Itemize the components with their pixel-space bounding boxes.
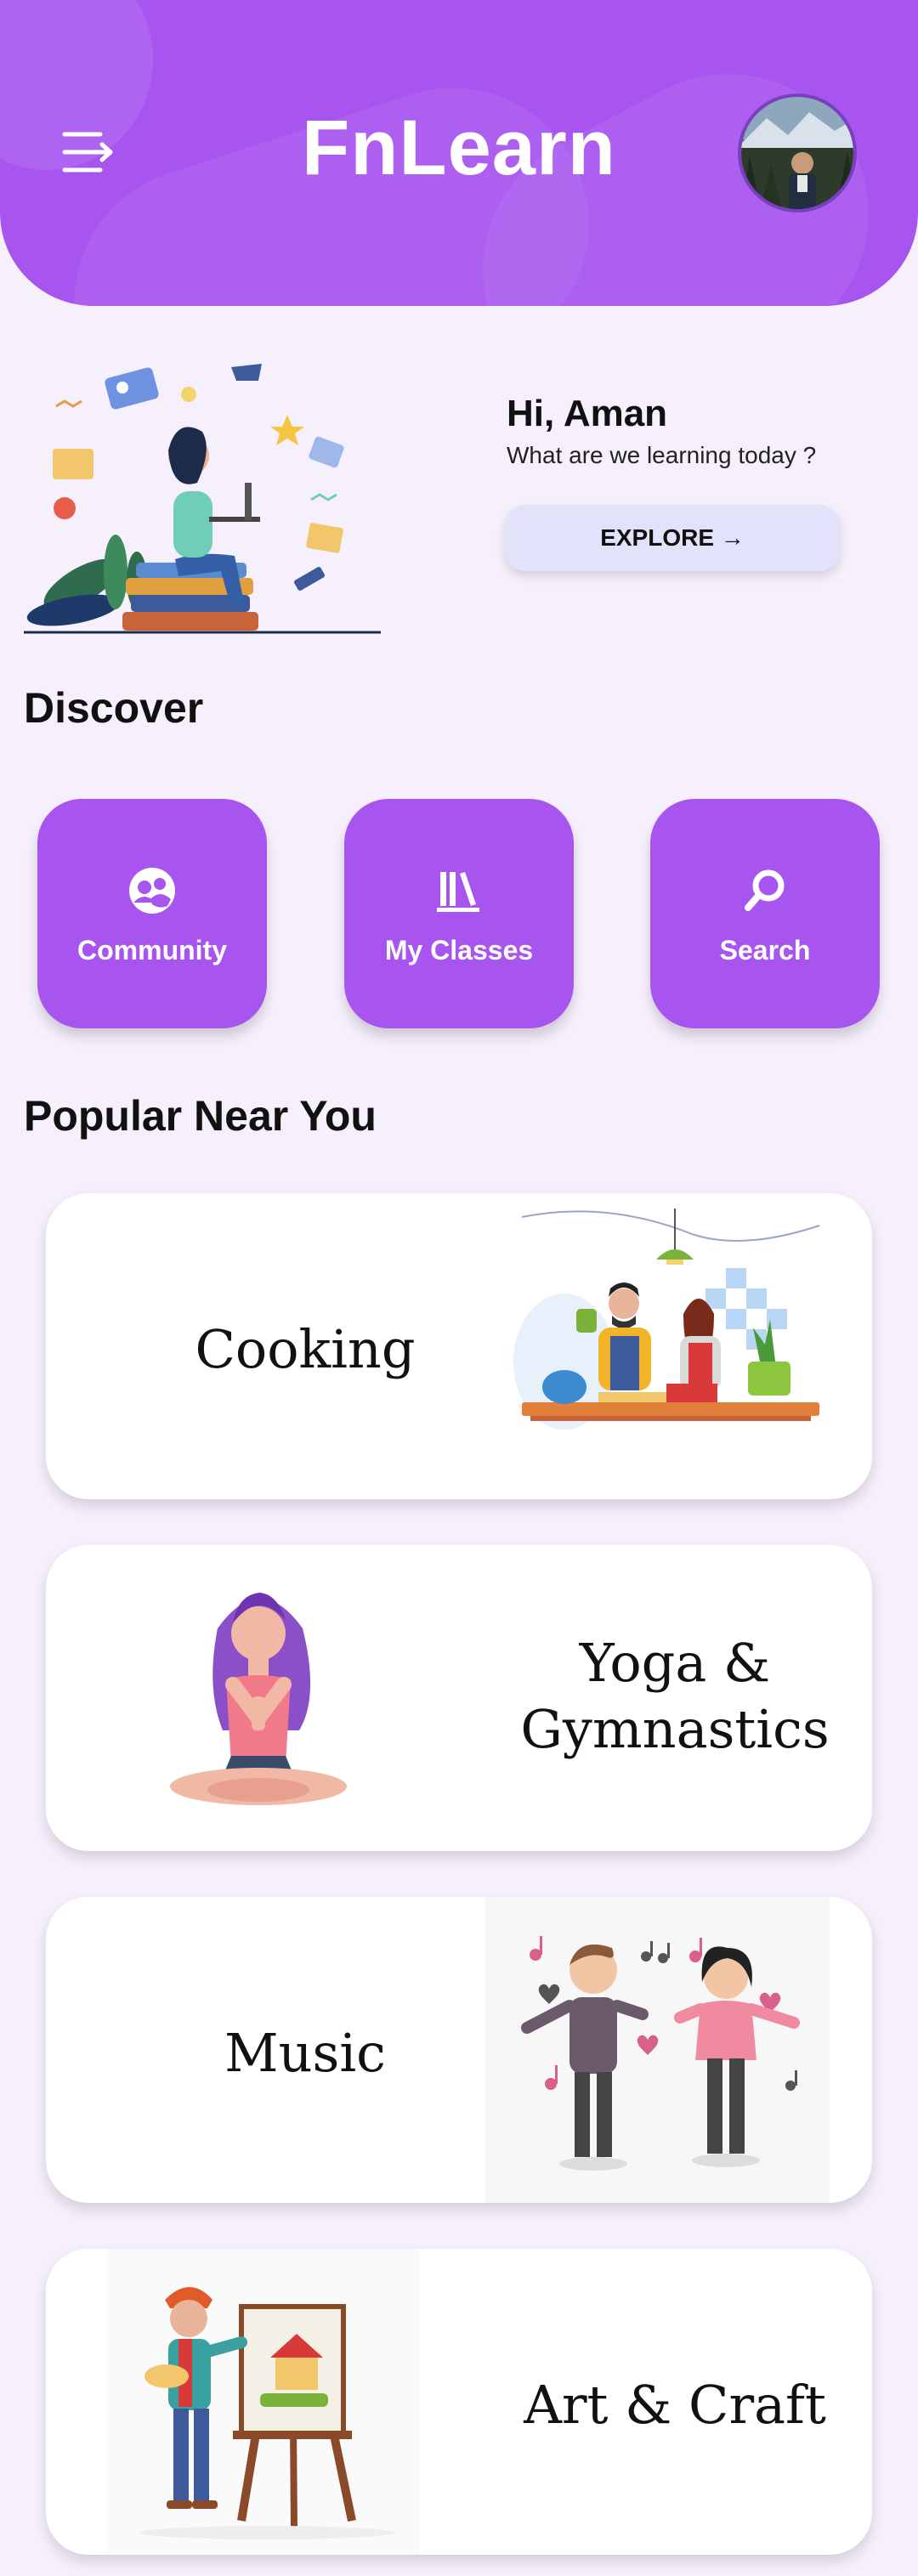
music-illustration (484, 1897, 830, 2203)
popular-title: Popular Near You (24, 1092, 377, 1140)
popular-card-yoga[interactable]: Yoga & Gymnastics (46, 1545, 872, 1851)
discover-search-label: Search (719, 935, 811, 965)
explore-button[interactable]: EXPLORE → (505, 505, 840, 571)
card-title: Music (224, 2022, 386, 2084)
discover-community-label: Community (77, 935, 227, 965)
popular-card-cooking[interactable]: Cooking (46, 1193, 872, 1499)
discover-title: Discover (24, 684, 204, 732)
books-icon (344, 865, 574, 920)
user-avatar[interactable] (738, 93, 857, 212)
discover-search-tile[interactable]: Search (650, 799, 880, 1028)
discover-my-classes-label: My Classes (384, 935, 534, 965)
greeting-name: Hi, Aman (507, 393, 668, 434)
app-header: FnLearn (0, 0, 918, 306)
discover-community-tile[interactable]: Community (37, 799, 267, 1028)
card-title: Cooking (195, 1318, 416, 1380)
greeting-subtitle: What are we learning today ? (507, 442, 817, 468)
card-title: Art & Craft (524, 2374, 826, 2436)
learning-illustration (22, 355, 388, 636)
community-icon (37, 865, 267, 920)
yoga-illustration (156, 1577, 360, 1815)
search-icon (650, 865, 880, 920)
art-craft-illustration (105, 2249, 420, 2555)
popular-card-music[interactable]: Music (46, 1897, 872, 2203)
discover-my-classes-tile[interactable]: My Classes (344, 799, 574, 1028)
cooking-illustration (513, 1209, 828, 1464)
card-title: Yoga & Gymnastics (520, 1632, 830, 1760)
popular-card-art-craft[interactable]: Art & Craft (46, 2249, 872, 2555)
